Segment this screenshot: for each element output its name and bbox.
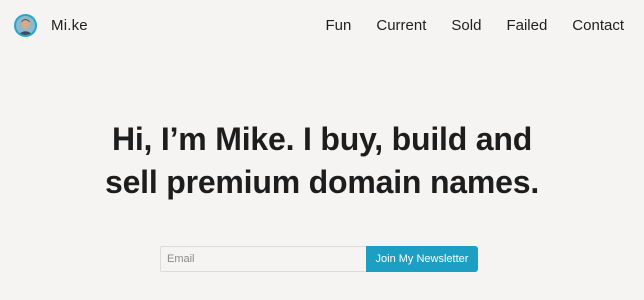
nav-item-sold[interactable]: Sold — [451, 16, 481, 36]
hero-line-2: sell premium domain names. — [104, 164, 540, 200]
hero-headline: Hi, I’m Mike. I buy, build and sell prem… — [0, 118, 644, 204]
nav-item-current[interactable]: Current — [376, 16, 426, 36]
newsletter-form: Join My Newsletter — [160, 246, 478, 272]
join-newsletter-button[interactable]: Join My Newsletter — [366, 246, 478, 272]
hero-line-1: Hi, I’m Mike. I buy, build and — [111, 121, 533, 157]
nav-item-contact[interactable]: Contact — [572, 16, 624, 36]
brand-link[interactable]: Mi.ke — [14, 14, 88, 37]
avatar-portrait-icon — [16, 16, 35, 35]
main-nav: Fun Current Sold Failed Contact — [326, 16, 624, 36]
site-header: Mi.ke Fun Current Sold Failed Contact — [0, 0, 644, 52]
email-input[interactable] — [160, 246, 366, 272]
brand-name: Mi.ke — [51, 17, 88, 34]
nav-item-fun[interactable]: Fun — [326, 16, 352, 36]
nav-item-failed[interactable]: Failed — [506, 16, 547, 36]
avatar — [14, 14, 37, 37]
